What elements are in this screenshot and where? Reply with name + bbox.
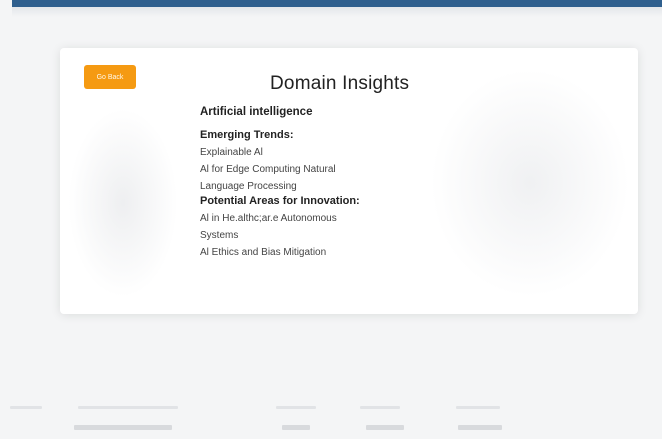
- emerging-trends-list: Explainable Al Al for Edge Computing Nat…: [200, 144, 440, 195]
- footer-block: [282, 425, 310, 430]
- insights-card: Go Back Domain Insights Artificial intel…: [60, 48, 638, 314]
- footer-divider: [10, 406, 42, 409]
- footer-divider: [276, 406, 316, 409]
- header-accent-bar: [12, 0, 662, 7]
- footer-block: [458, 425, 502, 430]
- footer-divider: [456, 406, 500, 409]
- list-item: Al for Edge Computing Natural: [200, 164, 336, 175]
- emerging-trends-heading: Emerging Trends:: [200, 129, 294, 141]
- domain-name: Artificial intelligence: [200, 106, 313, 118]
- footer-blurred-area: [0, 404, 662, 439]
- card-blur-left: [68, 108, 178, 298]
- list-item: Al Ethics and Bias Mitigation: [200, 247, 327, 258]
- list-item: Language Processing: [200, 181, 297, 192]
- page-title: Domain Insights: [270, 73, 410, 94]
- insights-content: Artificial intelligence Emerging Trends:…: [200, 106, 440, 261]
- footer-divider: [360, 406, 400, 409]
- footer-block: [74, 425, 172, 430]
- card-blur-right: [430, 68, 630, 298]
- innovation-areas-list: Al in He.althc;ar.e Autonomous Systems A…: [200, 210, 440, 261]
- footer-divider: [78, 406, 178, 409]
- innovation-areas-heading: Potential Areas for Innovation:: [200, 195, 360, 207]
- footer-block: [366, 425, 404, 430]
- list-item: Explainable Al: [200, 147, 263, 158]
- list-item: Al in He.althc;ar.e Autonomous: [200, 213, 337, 224]
- go-back-button[interactable]: Go Back: [84, 65, 136, 89]
- list-item: Systems: [200, 230, 239, 241]
- header-shadow: [12, 7, 662, 17]
